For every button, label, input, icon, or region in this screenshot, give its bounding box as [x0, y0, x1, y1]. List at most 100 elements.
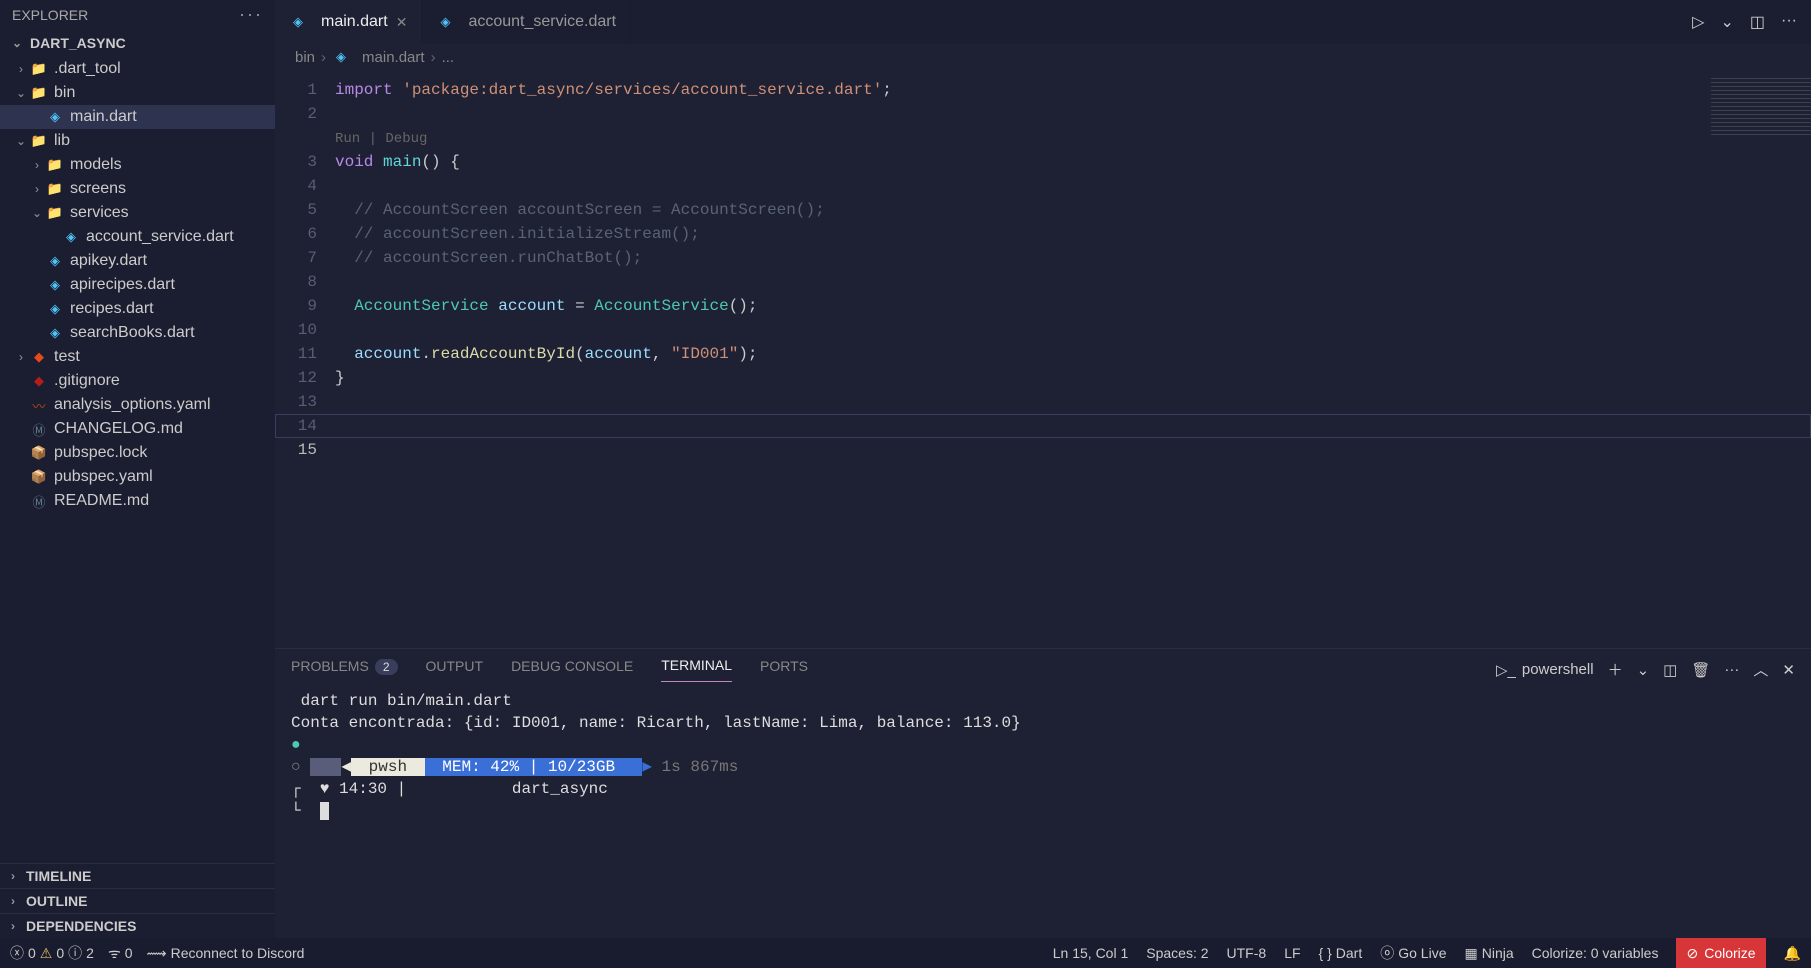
- tree-item[interactable]: 📦pubspec.yaml: [0, 465, 275, 489]
- terminal-icon: ▷_: [1496, 661, 1516, 679]
- folder-icon: 📁: [30, 60, 48, 78]
- chevron-icon: ⌄: [30, 206, 44, 220]
- terminal[interactable]: dart run bin/main.dart Conta encontrada:…: [275, 682, 1811, 938]
- chevron-down-icon: ⌄: [10, 36, 24, 50]
- panel-maximize-icon[interactable]: ︿: [1753, 659, 1768, 680]
- tree-item[interactable]: ⌄📁lib: [0, 129, 275, 153]
- explorer-title: EXPLORER: [12, 7, 88, 23]
- editor-more-icon[interactable]: ···: [1781, 12, 1797, 32]
- dart-icon: ◈: [436, 13, 454, 31]
- broadcast-icon: ⓞ: [1380, 943, 1394, 963]
- sidebar-section-header[interactable]: ›DEPENDENCIES: [0, 913, 275, 938]
- terminal-dropdown-icon[interactable]: ⌄: [1637, 661, 1650, 679]
- tree-item[interactable]: ›📁screens: [0, 177, 275, 201]
- new-terminal-icon[interactable]: ＋: [1608, 659, 1623, 680]
- editor-tab[interactable]: ◈account_service.dart: [422, 0, 631, 44]
- colorize-button[interactable]: ⊘Colorize: [1676, 938, 1765, 968]
- tree-item[interactable]: 〰analysis_options.yaml: [0, 393, 275, 417]
- file-tree: ›📁.dart_tool⌄📁bin◈main.dart⌄📁lib›📁models…: [0, 57, 275, 863]
- dart-icon: ◈: [332, 48, 350, 66]
- status-position[interactable]: Ln 15, Col 1: [1053, 945, 1129, 961]
- git-icon: ◆: [30, 348, 48, 366]
- tree-item[interactable]: ⌄📁bin: [0, 81, 275, 105]
- panel-tab[interactable]: OUTPUT: [426, 658, 484, 682]
- dart-icon: ◈: [46, 276, 64, 294]
- breadcrumb[interactable]: bin › ◈ main.dart › ...: [275, 44, 1811, 70]
- panel-tab[interactable]: PORTS: [760, 658, 808, 682]
- status-bar: ⓧ0 ⚠0 ⓘ2 ᯤ0 ⟿Reconnect to Discord Ln 15,…: [0, 938, 1811, 968]
- tree-item[interactable]: ◆.gitignore: [0, 369, 275, 393]
- chevron-icon: ⌄: [14, 134, 28, 148]
- chevron-right-icon: ›: [431, 49, 436, 66]
- md-icon: Ⓜ: [30, 492, 48, 510]
- dart-icon: ◈: [289, 13, 307, 31]
- code-editor[interactable]: 123456789101112131415 import 'package:da…: [275, 70, 1811, 648]
- status-errors[interactable]: ⓧ0 ⚠0 ⓘ2: [10, 943, 94, 963]
- tree-item[interactable]: ⌄📁services: [0, 201, 275, 225]
- status-discord[interactable]: ⟿Reconnect to Discord: [147, 945, 305, 962]
- tree-item[interactable]: ◈recipes.dart: [0, 297, 275, 321]
- chevron-right-icon: ›: [6, 869, 20, 883]
- tree-item[interactable]: ◈main.dart: [0, 105, 275, 129]
- editor-tab[interactable]: ◈main.dart✕: [275, 0, 422, 44]
- panel-tab[interactable]: PROBLEMS2: [291, 658, 398, 682]
- chevron-icon: ›: [14, 62, 28, 76]
- sidebar-section-header[interactable]: ›OUTLINE: [0, 888, 275, 913]
- yaml-icon: 〰: [30, 396, 48, 414]
- tree-item[interactable]: ⓂCHANGELOG.md: [0, 417, 275, 441]
- terminal-cursor: [320, 802, 329, 820]
- chevron-icon: ›: [30, 158, 44, 172]
- explorer-more-icon[interactable]: ···: [239, 4, 263, 25]
- notifications-icon[interactable]: 🔔: [1784, 945, 1801, 962]
- terminal-shell-label[interactable]: ▷_ powershell: [1496, 661, 1594, 679]
- panel-tab[interactable]: TERMINAL: [661, 657, 732, 682]
- minimap[interactable]: [1711, 78, 1811, 138]
- dart-icon: ◈: [46, 300, 64, 318]
- braces-icon: { }: [1319, 945, 1332, 961]
- chevron-right-icon: ›: [6, 919, 20, 933]
- tree-item[interactable]: ⓂREADME.md: [0, 489, 275, 513]
- sidebar-section-header[interactable]: ›TIMELINE: [0, 863, 275, 888]
- split-editor-icon[interactable]: ◫: [1750, 12, 1765, 32]
- tree-item[interactable]: ›◆test: [0, 345, 275, 369]
- status-golive[interactable]: ⓞ Go Live: [1380, 943, 1446, 963]
- run-dropdown-icon[interactable]: ⌄: [1720, 12, 1733, 32]
- tree-item[interactable]: ◈searchBooks.dart: [0, 321, 275, 345]
- status-ninja[interactable]: ▦ Ninja: [1464, 945, 1513, 962]
- panel-tab[interactable]: DEBUG CONSOLE: [511, 658, 633, 682]
- folder-icon: 📁: [30, 132, 48, 150]
- split-terminal-icon[interactable]: ◫: [1663, 661, 1677, 679]
- tree-item[interactable]: ◈apirecipes.dart: [0, 273, 275, 297]
- status-eol[interactable]: LF: [1284, 945, 1300, 961]
- tree-item[interactable]: ◈account_service.dart: [0, 225, 275, 249]
- tree-item[interactable]: 📦pubspec.lock: [0, 441, 275, 465]
- status-encoding[interactable]: UTF-8: [1227, 945, 1267, 961]
- dart-icon: ◈: [46, 252, 64, 270]
- tree-item[interactable]: ›📁models: [0, 153, 275, 177]
- panel-more-icon[interactable]: ···: [1724, 661, 1739, 678]
- chevron-icon: ›: [30, 182, 44, 196]
- pub-icon: 📦: [30, 444, 48, 462]
- close-icon[interactable]: ✕: [396, 14, 408, 31]
- folder-icon: 📁: [46, 204, 64, 222]
- status-spaces[interactable]: Spaces: 2: [1146, 945, 1208, 961]
- status-colorize-vars[interactable]: Colorize: 0 variables: [1532, 945, 1659, 961]
- editor-tabs: ◈main.dart✕◈account_service.dart ▷ ⌄ ◫ ·…: [275, 0, 1811, 44]
- md-icon: Ⓜ: [30, 420, 48, 438]
- pulse-icon: ⟿: [147, 945, 167, 962]
- cancel-icon: ⊘: [1686, 945, 1698, 962]
- chevron-icon: ›: [14, 350, 28, 364]
- run-icon[interactable]: ▷: [1692, 12, 1704, 32]
- project-root[interactable]: ⌄ DART_ASYNC: [0, 29, 275, 57]
- folder-icon: 📁: [46, 180, 64, 198]
- status-language[interactable]: { } Dart: [1319, 945, 1363, 961]
- kill-terminal-icon[interactable]: 🗑: [1691, 661, 1710, 679]
- ignore-icon: ◆: [30, 372, 48, 390]
- tree-item[interactable]: ◈apikey.dart: [0, 249, 275, 273]
- folder-icon: 📁: [30, 84, 48, 102]
- tree-item[interactable]: ›📁.dart_tool: [0, 57, 275, 81]
- status-radio[interactable]: ᯤ0: [108, 944, 133, 963]
- explorer-sidebar: EXPLORER ··· ⌄ DART_ASYNC ›📁.dart_tool⌄📁…: [0, 0, 275, 938]
- panel-close-icon[interactable]: ✕: [1782, 661, 1795, 679]
- pub-icon: 📦: [30, 468, 48, 486]
